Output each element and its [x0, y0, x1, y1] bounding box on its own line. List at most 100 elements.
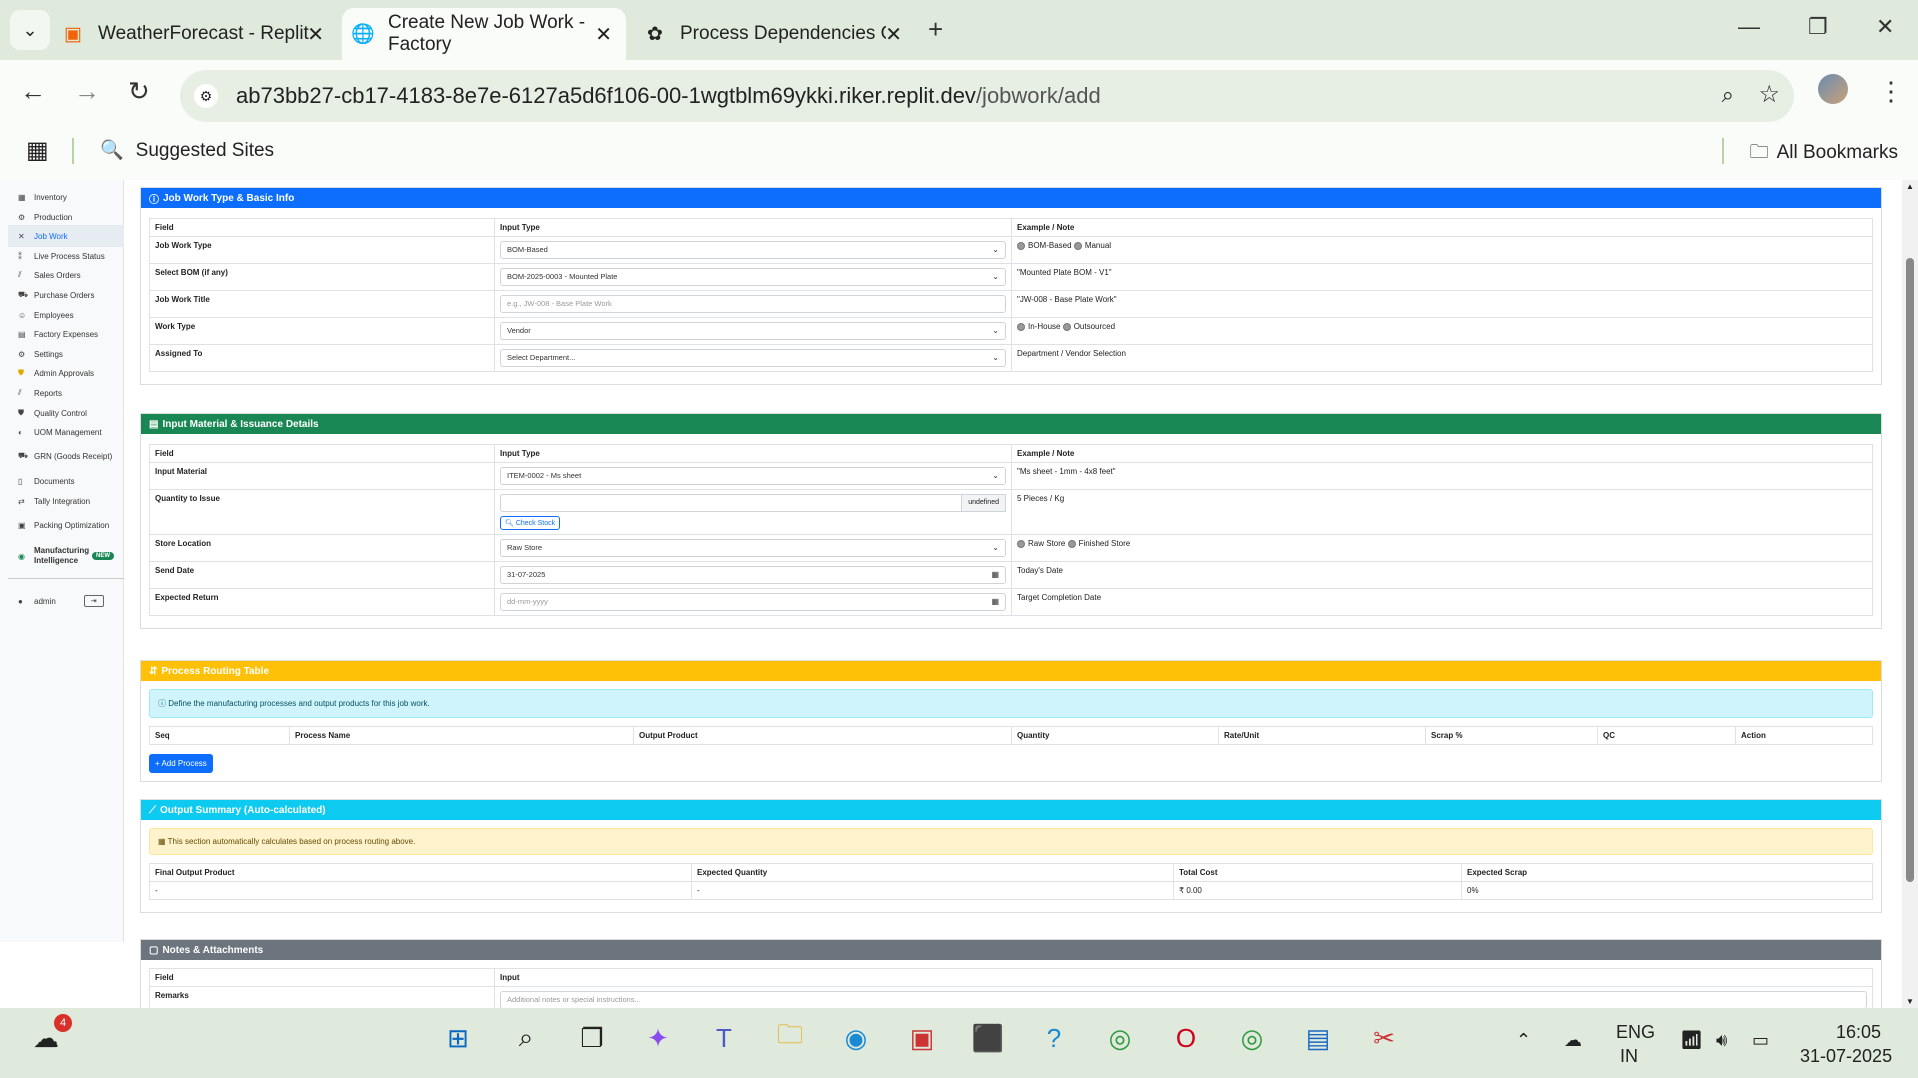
check-stock-button[interactable]: 🔍︎ Check Stock	[500, 516, 561, 530]
expected-return-input[interactable]: dd-mm-yyyy ▦	[500, 593, 1006, 611]
bookmark-star-icon[interactable]: ☆	[1758, 80, 1780, 109]
radio-outsourced[interactable]	[1062, 322, 1071, 331]
sidebar-item-inventory[interactable]: ▦ Inventory	[8, 186, 124, 208]
opera-icon[interactable]: O	[1166, 1018, 1206, 1058]
file-explorer-icon[interactable]: 🗀	[770, 1018, 810, 1058]
tab-search-button[interactable]: ⌄	[10, 10, 50, 50]
report-icon: ⫽	[18, 388, 22, 397]
wifi-icon[interactable]: 📶︎	[1680, 1030, 1703, 1051]
apps-grid-icon[interactable]: ▦	[26, 136, 49, 165]
task-view-icon[interactable]: ❐	[572, 1018, 612, 1058]
chevron-up-icon[interactable]: ⌃	[1516, 1030, 1531, 1051]
weather-widget-icon[interactable]: ☁ 4	[26, 1014, 72, 1058]
sidebar-item-factory-expenses[interactable]: ▤ Factory Expenses	[8, 323, 124, 345]
notepad-icon[interactable]: ▤	[1298, 1018, 1338, 1058]
start-icon[interactable]: ⊞	[438, 1018, 478, 1058]
close-icon[interactable]: ✕	[307, 22, 324, 47]
sidebar-item-purchase-orders[interactable]: ⛟ Purchase Orders	[8, 284, 124, 306]
quantity-input[interactable]	[500, 494, 963, 512]
add-process-button[interactable]: + Add Process	[149, 754, 213, 773]
omnibox[interactable]: ⚙ ab73bb27-cb17-4183-8e7e-6127a5d6f106-0…	[180, 70, 1794, 122]
reload-button[interactable]: ↻	[128, 76, 150, 107]
notes-table: Field Input Remarks Additional notes or sp…	[149, 968, 1873, 1008]
gears-icon: ⚙	[18, 212, 26, 222]
sidebar-item-admin-approvals[interactable]: ⛊ Admin Approvals	[8, 362, 124, 384]
radio-raw-store[interactable]	[1017, 539, 1025, 548]
sidebar-item-tally-integration[interactable]: ⇄ Tally Integration	[8, 490, 124, 512]
scrollbar-thumb[interactable]	[1906, 258, 1914, 882]
forward-button[interactable]: →	[74, 76, 100, 107]
close-icon[interactable]: ✕	[885, 22, 902, 47]
field-label: Job Work Title	[149, 290, 495, 318]
sidebar-item-label: Quality Control	[34, 408, 87, 418]
onedrive-icon[interactable]: ☁	[1564, 1030, 1582, 1051]
username: admin	[34, 596, 56, 606]
menu-icon[interactable]: ⋮	[1878, 76, 1904, 107]
copilot-icon[interactable]: ✦	[638, 1018, 678, 1058]
radio-manual[interactable]	[1073, 241, 1082, 250]
remarks-textarea[interactable]: Additional notes or special instructions…	[500, 991, 1867, 1008]
search-icon[interactable]: ⌕	[506, 1018, 546, 1058]
sidebar-item-packing-optimization[interactable]: ▣ Packing Optimization	[8, 514, 124, 536]
note-text: "Mounted Plate BOM - V1"	[1011, 263, 1873, 291]
snipping-tool-icon[interactable]: ✂	[1364, 1018, 1404, 1058]
suggested-sites-link[interactable]: 🔍 Suggested Sites	[100, 138, 274, 162]
input-material-select[interactable]: ITEM-0002 - Ms sheet ⌄	[500, 467, 1006, 485]
tab-create-job-work[interactable]: 🌐 Create New Job Work - Factory ✕	[342, 8, 626, 60]
close-window-button[interactable]: ✕	[1876, 14, 1894, 40]
radio-bom-based[interactable]	[1017, 241, 1025, 250]
close-icon[interactable]: ✕	[595, 22, 612, 47]
clock-date[interactable]: 31-07-2025	[1800, 1046, 1892, 1067]
tab-weatherforecast[interactable]: ▣ WeatherForecast - Replit ✕	[62, 8, 338, 60]
profile-avatar[interactable]	[1818, 74, 1848, 104]
chrome-icon[interactable]: ◎	[1100, 1018, 1140, 1058]
store-icon[interactable]: ▣	[902, 1018, 942, 1058]
tab-process-dependencies[interactable]: ✿ Process Dependencies Overview ✕	[640, 8, 916, 60]
user-menu[interactable]: ● admin ⇥	[8, 590, 124, 612]
language-indicator[interactable]: ENG	[1616, 1022, 1655, 1043]
sidebar-item-documents[interactable]: ▯ Documents	[8, 470, 124, 492]
teams-icon[interactable]: T	[704, 1018, 744, 1058]
clock-time[interactable]: 16:05	[1836, 1022, 1881, 1043]
url-text[interactable]: ab73bb27-cb17-4183-8e7e-6127a5d6f106-00-…	[236, 83, 1101, 109]
job-work-type-select[interactable]: BOM-Based ⌄	[500, 241, 1006, 259]
sidebar-item-grn-goods-receipt[interactable]: ⛟ GRN (Goods Receipt)	[8, 445, 124, 467]
clipboard-icon: ▤	[149, 418, 159, 430]
table-row: Send Date 31-07-2025 ▦ Today's Date	[149, 561, 1873, 589]
logout-button[interactable]: ⇥	[83, 595, 104, 607]
back-button[interactable]: ←	[20, 76, 46, 107]
calendar-icon: ▦	[991, 597, 999, 606]
battery-icon[interactable]: ▭	[1752, 1030, 1769, 1051]
region-indicator[interactable]: IN	[1620, 1046, 1638, 1067]
volume-icon[interactable]: 🔊︎	[1716, 1030, 1727, 1051]
sidebar-item-reports[interactable]: ⫽ Reports	[8, 382, 124, 404]
help-icon[interactable]: ?	[1034, 1018, 1074, 1058]
radio-finished-store[interactable]	[1067, 539, 1076, 548]
routing-table: Seq Process Name Output Product Quantity…	[149, 726, 1873, 745]
store-location-select[interactable]: Raw Store ⌄	[500, 539, 1006, 557]
scrollbar[interactable]: ▲ ▼	[1902, 180, 1918, 1008]
all-bookmarks-link[interactable]: 🗀 All Bookmarks	[1750, 138, 1898, 170]
chrome-profile-icon[interactable]: ◎	[1232, 1018, 1272, 1058]
radio-in-house[interactable]	[1017, 322, 1025, 331]
sidebar-item-label: Live Process Status	[34, 251, 105, 261]
work-type-select[interactable]: Vendor ⌄	[500, 322, 1006, 340]
edge-icon[interactable]: ◉	[836, 1018, 876, 1058]
zoom-icon[interactable]: ⌕	[1722, 82, 1734, 108]
assigned-to-select[interactable]: Select Department... ⌄	[500, 349, 1006, 367]
site-info-icon[interactable]: ⚙	[194, 84, 218, 108]
job-work-title-input[interactable]: e.g., JW-008 - Base Plate Work	[500, 295, 1006, 313]
myhp-icon[interactable]: ⬛	[968, 1018, 1008, 1058]
sidebar-item-uom-management[interactable]: ◐ UOM Management	[8, 421, 124, 443]
new-tab-button[interactable]: +	[928, 14, 943, 45]
ruler-icon: ◐	[18, 427, 23, 437]
minimize-button[interactable]: —	[1738, 14, 1760, 40]
sidebar-item-sales-orders[interactable]: ⫽ Sales Orders	[8, 264, 124, 286]
send-date-input[interactable]: 31-07-2025 ▦	[500, 566, 1006, 584]
col-header: Input Type	[494, 218, 1012, 237]
info-icon: ⓘ	[158, 699, 166, 708]
sidebar-item-job-work[interactable]: ✕ Job Work	[8, 225, 124, 247]
bom-select[interactable]: BOM-2025-0003 - Mounted Plate ⌄	[500, 268, 1006, 286]
sidebar-item-manufacturing-intelligence[interactable]: ◉ Manufacturing Intelligence NEW	[8, 542, 124, 570]
restore-button[interactable]: ❐	[1808, 14, 1828, 40]
